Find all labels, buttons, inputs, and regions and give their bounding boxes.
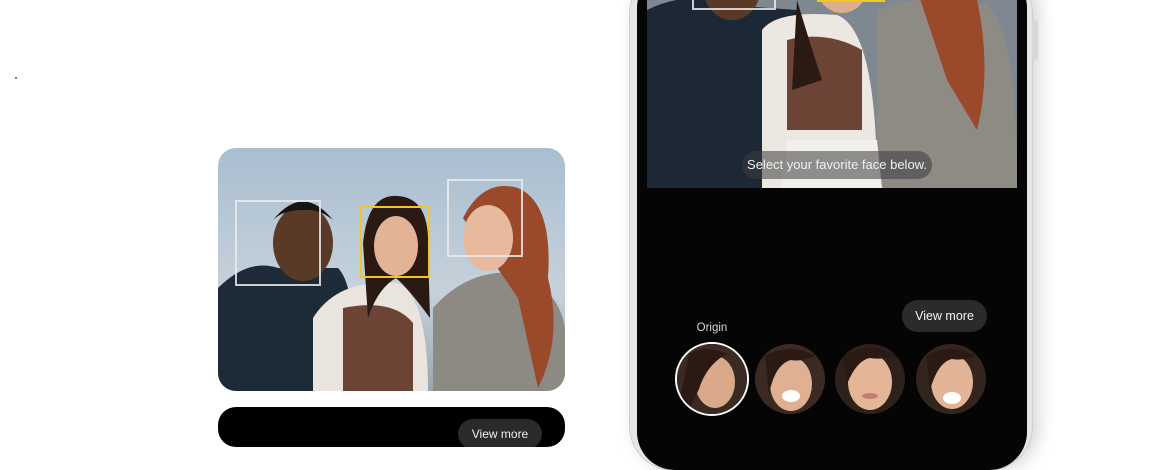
phone-screen: Select your favorite face below. View mo… [637, 0, 1027, 470]
card-view-more-button[interactable]: View more [458, 419, 542, 447]
phone-side-button [1032, 20, 1038, 60]
face-options-card-preview: View more [218, 407, 565, 447]
select-face-hint: Select your favorite face below. [742, 151, 932, 179]
face-option-origin[interactable] [677, 344, 747, 414]
face-detection-box-right[interactable] [447, 179, 523, 257]
phone-face-box-left[interactable] [692, 0, 776, 10]
face-detection-box-selected[interactable] [360, 206, 430, 278]
group-photo-card [218, 148, 565, 391]
face-option-2[interactable] [755, 344, 825, 414]
stray-dot [15, 77, 17, 79]
view-more-button[interactable]: View more [902, 300, 987, 332]
phone-group-photo: Select your favorite face below. [647, 0, 1017, 188]
face-option-4[interactable] [916, 344, 986, 414]
origin-label: Origin [696, 322, 728, 334]
face-option-3[interactable] [835, 344, 905, 414]
phone-face-box-selected[interactable] [817, 0, 885, 2]
face-detection-box-left[interactable] [235, 200, 321, 286]
